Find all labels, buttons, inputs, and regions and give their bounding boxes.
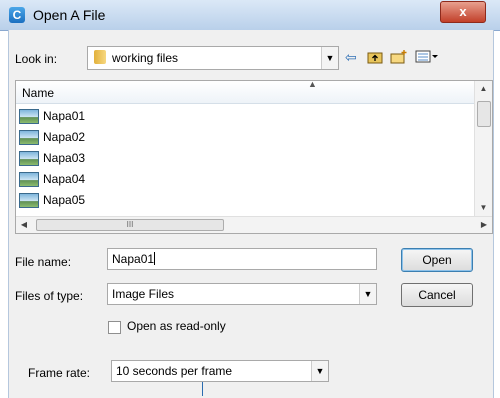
look-in-dropdown[interactable]: working files ▼ [87,46,339,70]
scroll-down-icon[interactable]: ▼ [475,200,492,216]
list-item[interactable]: Napa05 [16,189,474,210]
file-name-label: File name: [15,255,72,269]
title-bar: C Open A File x [0,0,500,31]
column-header-name[interactable]: Name ▲ [16,79,474,104]
image-file-icon [19,151,39,166]
text-caret [154,252,156,265]
look-in-label: Look in: [15,52,58,66]
file-list[interactable]: Name ▲ Napa01 Napa02 Napa03 Napa04 Napa0… [15,79,493,234]
open-file-dialog: Look in: working files ▼ ⇦ Name ▲ Napa01… [8,30,494,398]
files-of-type-value: Image Files [112,287,175,301]
image-file-icon [19,193,39,208]
back-arrow-icon[interactable]: ⇦ [345,49,357,65]
vertical-scroll-thumb[interactable] [477,101,491,127]
chevron-down-icon[interactable]: ▼ [321,47,338,69]
scroll-up-icon[interactable]: ▲ [475,81,492,97]
app-icon: C [9,7,25,23]
frame-rate-value: 10 seconds per frame [116,364,233,378]
sort-arrow-icon: ▲ [308,79,317,89]
file-name-text: Napa03 [43,151,86,165]
files-of-type-label: Files of type: [15,289,84,303]
file-name-text: Napa04 [43,172,86,186]
horizontal-scroll-thumb[interactable]: III [36,219,224,231]
window-title: Open A File [33,7,106,23]
close-button[interactable]: x [440,1,486,23]
file-name-text: Napa02 [43,130,86,144]
file-name-text: Napa05 [43,193,86,207]
vertical-scrollbar[interactable]: ▲ ▼ [474,81,492,216]
list-item[interactable]: Napa04 [16,168,474,189]
cancel-button[interactable]: Cancel [401,283,473,307]
new-folder-icon[interactable] [390,49,408,68]
image-file-icon [19,130,39,145]
chevron-down-icon[interactable]: ▼ [311,361,328,381]
chevron-down-icon[interactable]: ▼ [359,284,376,304]
scroll-right-icon[interactable]: ▶ [476,217,492,233]
view-menu-icon[interactable] [415,49,439,68]
scroll-left-icon[interactable]: ◀ [16,217,32,233]
look-in-value: working files [112,51,179,65]
pointer-indicator [202,382,203,396]
file-name-field[interactable]: Napa01 [107,248,377,270]
image-file-icon [19,172,39,187]
frame-rate-label: Frame rate: [28,366,91,380]
file-name-text: Napa01 [43,109,86,123]
folder-icon [94,50,106,64]
open-button[interactable]: Open [401,248,473,272]
up-folder-icon[interactable] [367,49,383,68]
image-file-icon [19,109,39,124]
files-of-type-dropdown[interactable]: Image Files ▼ [107,283,377,305]
horizontal-scrollbar[interactable]: ◀ III ▶ [16,216,492,233]
file-name-value: Napa01 [112,252,155,266]
list-item[interactable]: Napa01 [16,105,474,126]
list-item[interactable]: Napa03 [16,147,474,168]
frame-rate-dropdown[interactable]: 10 seconds per frame ▼ [111,360,329,382]
list-item[interactable]: Napa02 [16,126,474,147]
read-only-checkbox[interactable] [108,321,121,334]
column-name-label: Name [22,86,55,100]
read-only-label: Open as read-only [127,319,226,333]
